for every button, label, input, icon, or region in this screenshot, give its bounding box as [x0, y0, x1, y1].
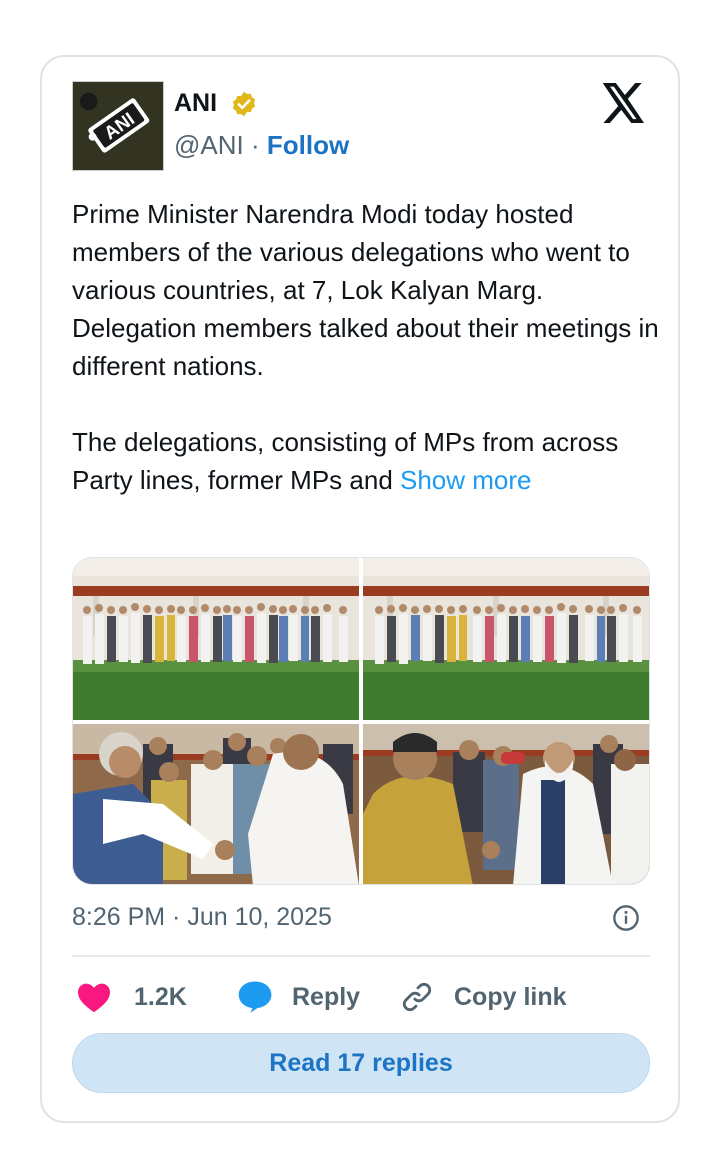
follow-button[interactable]: Follow [267, 130, 349, 160]
like-count: 1.2K [134, 982, 187, 1011]
photo-grid [72, 557, 650, 885]
reply-label: Reply [292, 982, 361, 1011]
verified-badge-icon [232, 91, 256, 117]
author-handle[interactable]: @ANI [174, 130, 244, 160]
info-icon[interactable] [612, 904, 640, 932]
link-icon [402, 982, 432, 1012]
tweet-text: Prime Minister Narendra Modi today hoste… [72, 195, 662, 499]
show-more-link[interactable]: Show more [400, 465, 532, 495]
photo-1[interactable] [73, 558, 359, 720]
photo-3[interactable] [73, 724, 359, 884]
handle-row: @ANI · Follow [174, 130, 349, 161]
x-logo-icon[interactable] [602, 83, 646, 123]
tweet-paragraph-2-text: The delegations, consisting of MPs from … [72, 427, 619, 495]
like-button[interactable]: 1.2K [76, 977, 187, 1017]
reply-button[interactable]: Reply [236, 977, 360, 1017]
tweet-card: ANI ANI @ANI · Follow Prime Minister Nar… [40, 55, 680, 1123]
author-avatar[interactable]: ANI [72, 81, 164, 171]
group-photo-image [73, 558, 359, 720]
photo-2[interactable] [363, 558, 649, 720]
tweet-paragraph-1: Prime Minister Narendra Modi today hoste… [72, 199, 659, 381]
speech-bubble-icon [238, 981, 272, 1013]
divider [72, 955, 650, 957]
tweet-paragraph-2: The delegations, consisting of MPs from … [72, 423, 662, 499]
copy-link-label: Copy link [454, 982, 567, 1011]
group-photo-image [363, 558, 649, 720]
ani-logo: ANI [73, 82, 163, 170]
photo-4[interactable] [363, 724, 649, 884]
author-name[interactable]: ANI [174, 89, 217, 118]
read-replies-button[interactable]: Read 17 replies [72, 1033, 650, 1093]
handshake-photo-image [363, 724, 649, 884]
heart-icon [78, 983, 110, 1013]
tweet-timestamp[interactable]: 8:26 PM · Jun 10, 2025 [72, 903, 332, 932]
copy-link-button[interactable]: Copy link [398, 977, 567, 1017]
handle-separator: · [243, 130, 267, 160]
handshake-photo-image [73, 724, 359, 884]
